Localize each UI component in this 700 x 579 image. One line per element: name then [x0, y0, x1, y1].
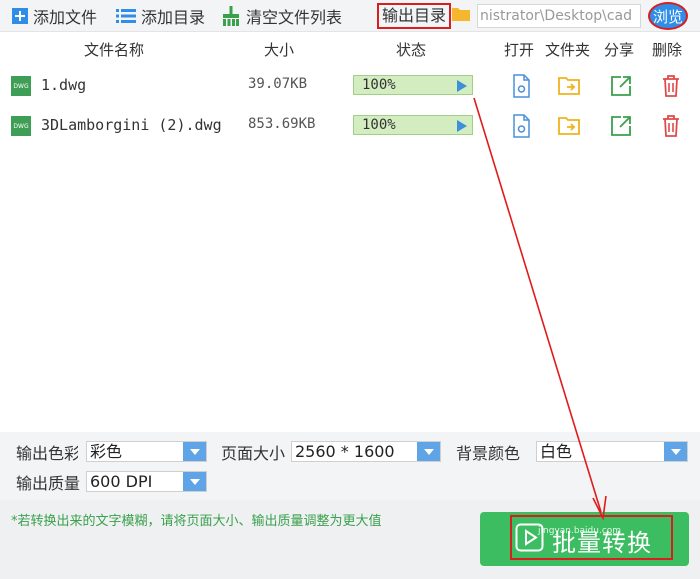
chevron-down-icon[interactable] [183, 442, 206, 461]
page-size-value: 2560 * 1600 [295, 442, 395, 461]
hint-text: *若转换出来的文字模糊，请将页面大小、输出质量调整为更大值 [11, 514, 382, 529]
header-delete: 删除 [652, 41, 683, 59]
color-value: 彩色 [90, 442, 123, 461]
bg-color-label: 背景颜色 [456, 444, 521, 463]
bg-color-value: 白色 [540, 442, 573, 461]
page-size-select[interactable]: 2560 * 1600 [291, 441, 441, 462]
color-label: 输出色彩 [16, 444, 78, 463]
header-size: 大小 [264, 41, 295, 59]
toolbar: 添加文件 添加目录 清空文件列表 输出目录 浏览 [0, 0, 700, 32]
open-folder-icon[interactable] [558, 74, 582, 98]
dwg-file-icon: DWG [11, 76, 31, 96]
open-folder-icon[interactable] [558, 114, 582, 138]
chevron-down-icon[interactable] [183, 472, 206, 491]
quality-value: 600 DPI [90, 472, 153, 491]
clear-list-button[interactable]: 清空文件列表 [221, 4, 342, 28]
header-share: 分享 [604, 41, 635, 59]
file-name: 3DLamborgini (2).dwg [41, 116, 222, 134]
play-icon[interactable] [457, 120, 467, 132]
table-row[interactable]: DWG 3DLamborgini (2).dwg 853.69KB 100% [0, 106, 700, 146]
browse-button[interactable]: 浏览 [648, 2, 688, 30]
chevron-down-icon[interactable] [417, 442, 440, 461]
open-file-icon[interactable] [509, 74, 533, 98]
progress-bar: 100% [353, 75, 473, 95]
output-dir-label: 输出目录 [377, 3, 452, 29]
quality-label: 输出质量 [16, 474, 81, 493]
progress-percent: 100% [362, 117, 396, 133]
file-name: 1.dwg [41, 76, 87, 94]
add-dir-button[interactable]: 添加目录 [116, 4, 205, 28]
delete-icon[interactable] [659, 74, 683, 98]
share-icon[interactable] [609, 74, 633, 98]
chevron-down-icon[interactable] [664, 442, 687, 461]
color-select[interactable]: 彩色 [86, 441, 207, 462]
page-size-label: 页面大小 [221, 444, 286, 463]
batch-convert-button[interactable]: 批量转换 [480, 512, 689, 566]
table-row[interactable]: DWG 1.dwg 39.07KB 100% [0, 66, 700, 106]
broom-icon [223, 6, 239, 26]
header-folder: 文件夹 [545, 41, 591, 59]
header-status: 状态 [396, 41, 427, 59]
footer: *若转换出来的文字模糊，请将页面大小、输出质量调整为更大值 批量转换 [0, 500, 700, 579]
file-size: 39.07KB [248, 76, 308, 92]
play-icon[interactable] [457, 80, 467, 92]
bg-color-select[interactable]: 白色 [536, 441, 688, 462]
file-size: 853.69KB [248, 116, 316, 132]
quality-select[interactable]: 600 DPI [86, 471, 207, 492]
add-file-label: 添加文件 [33, 8, 98, 27]
add-file-button[interactable]: 添加文件 [12, 4, 97, 28]
list-icon [116, 9, 136, 23]
clear-list-label: 清空文件列表 [246, 8, 343, 27]
progress-bar: 100% [353, 115, 473, 135]
progress-percent: 100% [362, 77, 396, 93]
output-path-input[interactable] [477, 4, 641, 28]
delete-icon[interactable] [659, 114, 683, 138]
folder-icon[interactable] [452, 7, 470, 21]
options-panel: 输出色彩 彩色 页面大小 2560 * 1600 背景颜色 白色 输出质量 60… [0, 432, 700, 500]
dwg-file-icon: DWG [11, 116, 31, 136]
share-icon[interactable] [609, 114, 633, 138]
header-open: 打开 [504, 41, 535, 59]
open-file-icon[interactable] [509, 114, 533, 138]
add-dir-label: 添加目录 [141, 8, 206, 27]
watermark: jingyan.baidu.com [538, 526, 622, 536]
table-header: 文件名称 大小 状态 打开 文件夹 分享 删除 [0, 33, 700, 63]
plus-icon [12, 8, 28, 24]
header-name: 文件名称 [84, 41, 145, 59]
